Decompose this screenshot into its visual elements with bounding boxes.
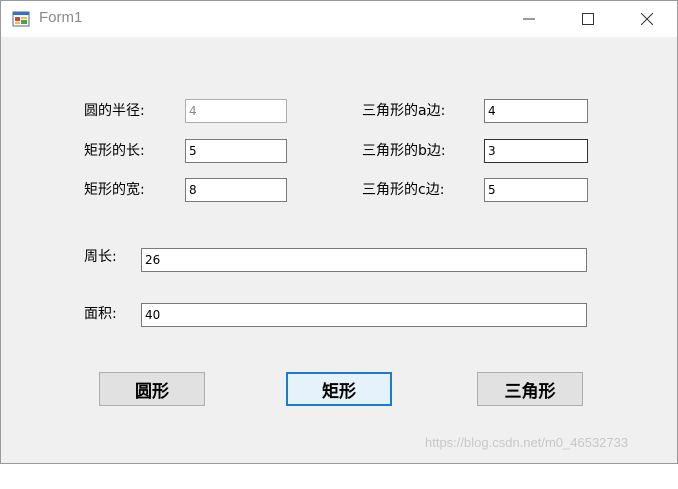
minimize-button[interactable] — [500, 1, 558, 37]
form-window: Form1 圆的半径: 4 矩形的长: 5 矩形的宽: 8 三角形的a边: 4 … — [0, 0, 678, 464]
minimize-icon — [523, 18, 535, 20]
circle-radius-label: 圆的半径: — [84, 103, 145, 119]
rect-width-field[interactable]: 8 — [185, 178, 287, 202]
form-app-icon — [12, 10, 30, 28]
window-title: Form1 — [39, 9, 83, 26]
rect-width-label: 矩形的宽: — [84, 182, 145, 198]
circle-button[interactable]: 圆形 — [99, 372, 205, 406]
title-bar[interactable]: Form1 — [1, 1, 677, 37]
circle-radius-field[interactable]: 4 — [185, 99, 287, 123]
rect-length-field[interactable]: 5 — [185, 139, 287, 163]
triangle-b-label: 三角形的b边: — [362, 143, 446, 159]
triangle-c-label: 三角形的c边: — [362, 182, 445, 198]
area-label: 面积: — [84, 306, 117, 322]
rect-length-label: 矩形的长: — [84, 143, 145, 159]
desktop-background — [0, 462, 678, 489]
area-field[interactable]: 40 — [141, 303, 587, 327]
triangle-button[interactable]: 三角形 — [477, 372, 583, 406]
rectangle-button[interactable]: 矩形 — [286, 372, 392, 406]
perimeter-label: 周长: — [84, 249, 117, 265]
perimeter-field[interactable]: 26 — [141, 248, 587, 272]
triangle-a-label: 三角形的a边: — [362, 103, 446, 119]
close-button[interactable] — [618, 1, 676, 37]
maximize-button[interactable] — [559, 1, 617, 37]
watermark-text: https://blog.csdn.net/m0_46532733 — [425, 435, 629, 450]
close-icon — [641, 13, 653, 25]
triangle-a-field[interactable]: 4 — [484, 99, 588, 123]
triangle-c-field[interactable]: 5 — [484, 178, 588, 202]
triangle-b-field[interactable]: 3 — [484, 139, 588, 163]
maximize-icon — [582, 13, 594, 25]
